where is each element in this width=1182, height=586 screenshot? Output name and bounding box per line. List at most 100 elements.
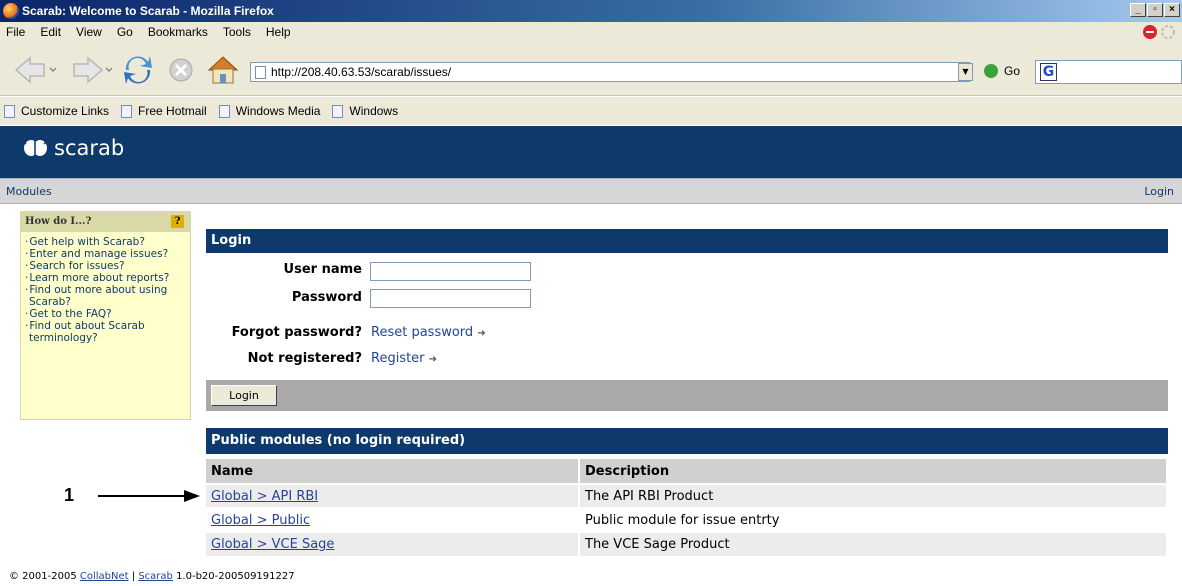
username-label: User name — [283, 262, 362, 277]
menu-view[interactable]: View — [76, 25, 102, 39]
page-icon — [218, 104, 230, 118]
window-title: Scarab: Welcome to Scarab - Mozilla Fire… — [22, 4, 274, 18]
public-modules-table: Name Description Global > API RBI The AP… — [206, 459, 1168, 556]
version-text: 1.0-b20-200509191227 — [176, 571, 295, 582]
url-text: http://208.40.63.53/scarab/issues/ — [271, 65, 452, 79]
menu-file[interactable]: File — [6, 25, 25, 39]
arrow-right-icon: ➜ — [428, 354, 438, 365]
column-header-name: Name — [206, 459, 580, 484]
bookmark-free-hotmail[interactable]: Free Hotmail — [121, 104, 207, 118]
help-item[interactable]: Get to the FAQ? — [25, 308, 187, 320]
table-row: Global > Public Public module for issue … — [206, 507, 1168, 532]
help-item[interactable]: Search for issues? — [25, 260, 187, 272]
module-link[interactable]: Global > VCE Sage — [211, 537, 334, 552]
menu-go[interactable]: Go — [117, 25, 133, 39]
menu-help[interactable]: Help — [266, 25, 291, 39]
module-name-cell: Global > VCE Sage — [206, 531, 580, 556]
register-text: Register — [371, 351, 425, 366]
bookmark-label: Windows — [349, 104, 399, 118]
throbber-icon — [1143, 25, 1175, 39]
help-item[interactable]: Find out about Scarab terminology? — [25, 320, 187, 344]
top-login-link[interactable]: Login — [1144, 185, 1174, 198]
bookmark-windows-media[interactable]: Windows Media — [218, 104, 321, 118]
reload-icon[interactable] — [120, 52, 156, 88]
module-link[interactable]: Global > API RBI — [211, 489, 318, 504]
forgot-password-label: Forgot password? — [231, 325, 362, 340]
help-item[interactable]: Find out more about using Scarab? — [25, 284, 187, 308]
minimize-button[interactable]: _ — [1130, 3, 1146, 17]
google-icon: G — [1040, 63, 1057, 81]
stop-icon[interactable] — [163, 52, 199, 88]
menu-bookmarks[interactable]: Bookmarks — [148, 25, 208, 39]
url-bar[interactable]: http://208.40.63.53/scarab/issues/ — [250, 62, 970, 82]
help-list: Get help with Scarab? Enter and manage i… — [21, 232, 190, 344]
scarab-link[interactable]: Scarab — [138, 571, 173, 582]
reset-password-link[interactable]: Reset password ➜ — [371, 325, 486, 340]
public-modules-header: Public modules (no login required) — [206, 428, 1168, 454]
annotation-arrow-icon — [98, 490, 200, 502]
module-name-cell: Global > Public — [206, 507, 580, 532]
copyright-text: © 2001-2005 — [9, 571, 77, 582]
module-description: The VCE Sage Product — [579, 531, 1168, 556]
back-icon[interactable] — [12, 52, 58, 88]
maximize-button[interactable]: ▫ — [1147, 3, 1163, 17]
help-box-title: How do I...? — [25, 216, 92, 227]
scarab-logo[interactable]: scarab — [22, 136, 124, 160]
help-item[interactable]: Get help with Scarab? — [25, 236, 187, 248]
table-row: Global > API RBI The API RBI Product — [206, 483, 1168, 508]
password-label: Password — [291, 290, 362, 305]
bookmark-label: Free Hotmail — [138, 104, 207, 118]
bookmark-windows[interactable]: Windows — [332, 104, 398, 118]
bookmark-customize-links[interactable]: Customize Links — [4, 104, 109, 118]
url-dropdown-icon[interactable]: ▼ — [958, 63, 973, 81]
go-icon — [984, 64, 998, 78]
arrow-right-icon: ➜ — [477, 328, 486, 339]
top-nav-strip: Modules Login — [0, 178, 1182, 204]
help-box-header: How do I...? ? — [21, 212, 190, 232]
help-box: How do I...? ? Get help with Scarab? Ent… — [20, 211, 191, 420]
go-label: Go — [1004, 64, 1021, 78]
menu-bar: File Edit View Go Bookmarks Tools Help — [0, 22, 1182, 42]
table-header-row: Name Description — [206, 459, 1168, 484]
menu-edit[interactable]: Edit — [40, 25, 61, 39]
column-header-description: Description — [579, 459, 1168, 484]
help-item[interactable]: Learn more about reports? — [25, 272, 187, 284]
app-header: scarab — [0, 126, 1182, 178]
module-name-cell: Global > API RBI — [206, 483, 580, 508]
window-title-bar: Scarab: Welcome to Scarab - Mozilla Fire… — [0, 0, 1182, 22]
login-button[interactable]: Login — [211, 385, 277, 406]
module-link[interactable]: Global > Public — [211, 513, 310, 528]
search-input[interactable]: G — [1035, 60, 1182, 84]
password-field[interactable] — [370, 289, 531, 308]
module-description: The API RBI Product — [579, 483, 1168, 508]
help-question-icon[interactable]: ? — [171, 215, 184, 228]
register-link[interactable]: Register ➜ — [371, 351, 437, 366]
module-description: Public module for issue entrty — [579, 507, 1168, 532]
footer-separator: | — [131, 571, 136, 582]
forward-icon[interactable] — [68, 52, 114, 88]
firefox-icon — [3, 3, 19, 19]
page-icon — [4, 104, 15, 118]
collabnet-link[interactable]: CollabNet — [80, 571, 129, 582]
help-item[interactable]: Enter and manage issues? — [25, 248, 187, 260]
bookmark-label: Windows Media — [235, 104, 321, 118]
username-field[interactable] — [370, 262, 531, 281]
not-registered-label: Not registered? — [247, 351, 362, 366]
footer: © 2001-2005 CollabNet | Scarab 1.0-b20-2… — [9, 571, 295, 582]
login-panel-header: Login — [206, 229, 1168, 253]
bookmarks-toolbar: Customize Links Free Hotmail Windows Med… — [0, 97, 1182, 125]
table-row: Global > VCE Sage The VCE Sage Product — [206, 531, 1168, 556]
modules-link[interactable]: Modules — [6, 185, 52, 198]
login-button-bar: Login — [206, 380, 1168, 411]
page-icon — [332, 104, 344, 118]
bookmark-label: Customize Links — [21, 104, 110, 118]
page-icon — [255, 65, 266, 79]
close-button[interactable]: × — [1164, 3, 1180, 17]
scarab-logo-icon — [22, 140, 48, 156]
menu-tools[interactable]: Tools — [223, 25, 251, 39]
navigation-toolbar: http://208.40.63.53/scarab/issues/ ▼ Go … — [0, 42, 1182, 96]
home-icon[interactable] — [205, 52, 241, 88]
page-icon — [121, 104, 133, 118]
go-button[interactable]: Go — [984, 64, 1020, 78]
annotation-number: 1 — [64, 485, 75, 505]
